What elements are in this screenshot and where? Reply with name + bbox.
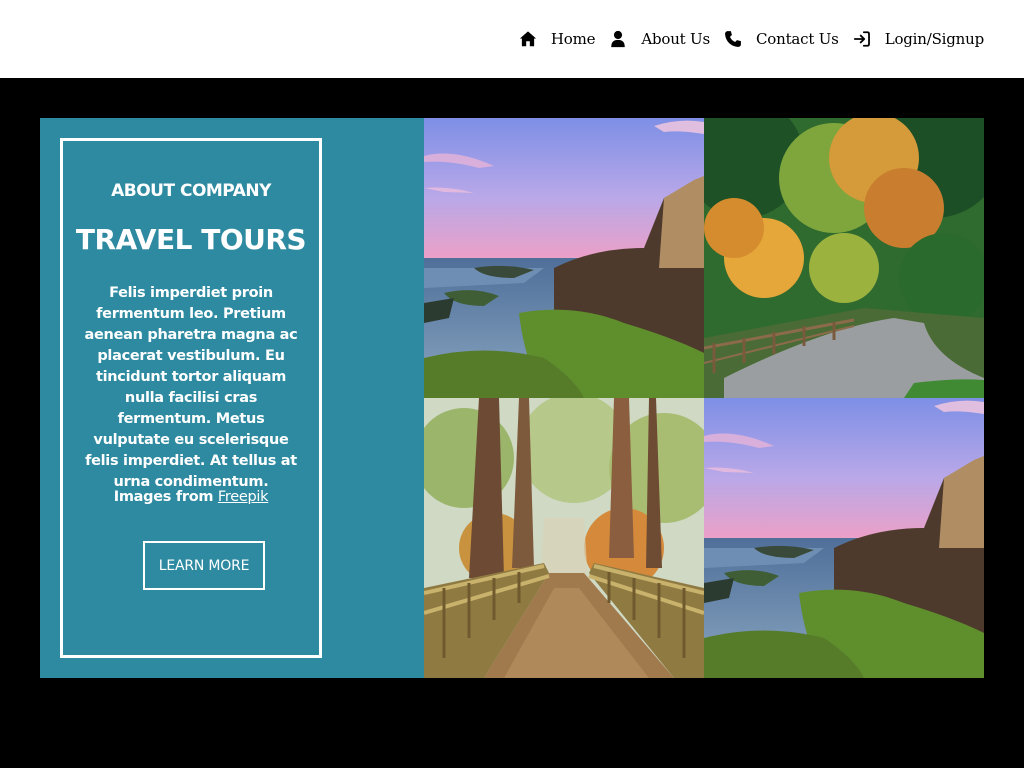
nav-about-link[interactable]: About Us bbox=[609, 30, 710, 48]
learn-more-button[interactable]: LEARN MORE bbox=[143, 541, 265, 590]
coastal-rocks-photo bbox=[424, 118, 704, 398]
about-subheading: ABOUT COMPANY bbox=[111, 181, 271, 201]
home-icon bbox=[519, 31, 537, 47]
nav-contact-label: Contact Us bbox=[756, 30, 839, 48]
coastal-rocks-photo-2 bbox=[704, 398, 984, 678]
nav-login-label: Login/Signup bbox=[884, 30, 985, 48]
photo-gallery bbox=[424, 118, 984, 678]
freepik-link[interactable]: Freepik bbox=[218, 489, 269, 505]
about-card: ABOUT COMPANY TRAVEL TOURS Felis imperdi… bbox=[60, 138, 322, 658]
phone-icon bbox=[725, 31, 741, 47]
nav-contact-link[interactable]: Contact Us bbox=[724, 30, 839, 48]
about-description: Felis imperdiet proin fermentum leo. Pre… bbox=[84, 285, 298, 490]
nav-about-label: About Us bbox=[641, 30, 710, 48]
image-credit: Images from Freepik bbox=[63, 489, 319, 505]
forest-path-photo bbox=[704, 118, 984, 398]
boardwalk-photo bbox=[424, 398, 704, 678]
nav-login-link[interactable]: Login/Signup bbox=[853, 30, 984, 48]
user-icon bbox=[611, 30, 626, 48]
about-heading: TRAVEL TOURS bbox=[75, 223, 307, 256]
hero-section: ABOUT COMPANY TRAVEL TOURS Felis imperdi… bbox=[40, 118, 984, 678]
login-icon bbox=[853, 31, 870, 47]
nav-home-label: Home bbox=[550, 30, 596, 48]
nav-home-link[interactable]: Home bbox=[519, 30, 596, 48]
about-panel: ABOUT COMPANY TRAVEL TOURS Felis imperdi… bbox=[40, 118, 424, 678]
top-navigation: Home About Us Contact Us Login/Signup bbox=[0, 0, 1024, 78]
image-credit-prefix: Images from bbox=[113, 489, 214, 505]
